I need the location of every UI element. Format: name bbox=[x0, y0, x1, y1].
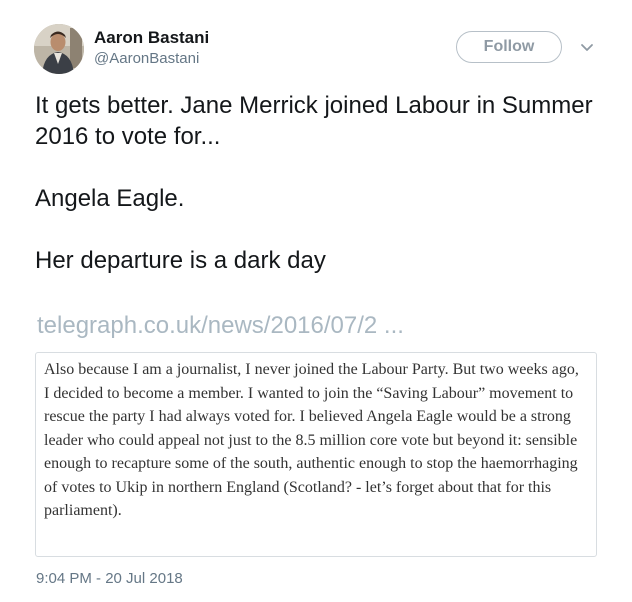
follow-button[interactable]: Follow bbox=[456, 31, 562, 63]
article-link[interactable]: telegraph.co.uk/news/2016/07/2 ... bbox=[37, 312, 404, 340]
chevron-down-icon[interactable] bbox=[578, 38, 596, 56]
display-name[interactable]: Aaron Bastani bbox=[94, 28, 209, 48]
quoted-article-image[interactable]: Also because I am a journalist, I never … bbox=[35, 352, 597, 557]
avatar-photo bbox=[34, 24, 84, 74]
tweet-timestamp[interactable]: 9:04 PM - 20 Jul 2018 bbox=[36, 570, 183, 587]
avatar[interactable] bbox=[34, 24, 84, 74]
tweet-card: Aaron Bastani @AaronBastani Follow It ge… bbox=[0, 0, 632, 602]
user-handle[interactable]: @AaronBastani bbox=[94, 50, 199, 67]
tweet-text: It gets better. Jane Merrick joined Labo… bbox=[35, 90, 605, 276]
tweet-paragraph: Her departure is a dark day bbox=[35, 247, 326, 274]
quoted-article-text: Also because I am a journalist, I never … bbox=[44, 361, 579, 519]
tweet-paragraph: It gets better. Jane Merrick joined Labo… bbox=[35, 92, 593, 150]
tweet-paragraph: Angela Eagle. bbox=[35, 185, 185, 212]
